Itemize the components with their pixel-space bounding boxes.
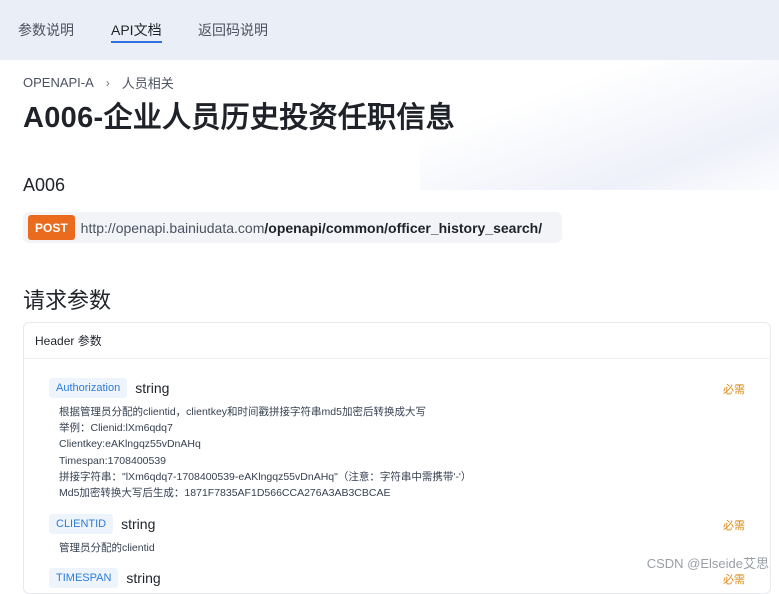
breadcrumb-current[interactable]: 人员相关 — [122, 73, 174, 92]
desc-line: Timespan:1708400539 — [59, 454, 167, 467]
header-background-decoration — [420, 60, 779, 190]
tab-return-codes[interactable]: 返回码说明 — [198, 21, 268, 39]
watermark: CSDN @Elseide艾思 — [646, 556, 769, 571]
desc-line: Clientkey:eAKlngqz55vDnAHq — [59, 438, 201, 451]
method-badge: POST — [28, 215, 75, 240]
param-type: string — [126, 570, 161, 586]
param-type: string — [121, 516, 156, 532]
page-title: A006-企业人员历史投资任职信息 — [23, 102, 456, 134]
param-type: string — [135, 380, 170, 396]
tab-api-docs[interactable]: API文档 — [111, 21, 162, 43]
request-params-title: 请求参数 — [23, 288, 112, 313]
desc-line: Md5加密转换大写后生成：1871F7835AF1D566CCA276A3AB3… — [59, 487, 391, 500]
top-nav: 参数说明 API文档 返回码说明 — [0, 0, 779, 60]
param-name: TIMESPAN — [49, 568, 119, 588]
required-tag: 必需 — [723, 520, 745, 532]
param-clientid: CLIENTID string 必需 管理员分配的clientid — [49, 513, 749, 556]
required-tag: 必需 — [723, 384, 745, 396]
api-code: A006 — [23, 175, 66, 195]
param-description: 根据管理员分配的clientid，clientkey和时间戳拼接字符串md5加密… — [59, 404, 749, 501]
header-params-label: Header 参数 — [24, 323, 770, 359]
param-description: 管理员分配的clientid — [59, 540, 749, 556]
param-name: CLIENTID — [49, 514, 114, 534]
param-authorization: Authorization string 必需 根据管理员分配的clientid… — [49, 377, 749, 501]
param-timespan: TIMESPAN string 必需 — [49, 567, 749, 589]
tab-param-description[interactable]: 参数说明 — [18, 21, 74, 39]
required-tag: 必需 — [723, 574, 745, 586]
breadcrumb: OPENAPI-A › 人员相关 — [23, 73, 174, 92]
desc-line: 举例：Clienid:lXm6qdq7 — [59, 422, 173, 435]
desc-line: 管理员分配的clientid — [59, 542, 155, 554]
endpoint-bar: POST http://openapi.bainiudata.com/opena… — [23, 212, 562, 243]
breadcrumb-parent[interactable]: OPENAPI-A — [23, 75, 94, 90]
endpoint-base-url: http://openapi.bainiudata.com — [80, 219, 265, 236]
param-name: Authorization — [49, 378, 128, 398]
desc-line: 拼接字符串："lXm6qdq7-1708400539-eAKlngqz55vDn… — [59, 470, 472, 483]
desc-line: 根据管理员分配的clientid，clientkey和时间戳拼接字符串md5加密… — [59, 406, 426, 418]
endpoint-path: /openapi/common/officer_history_search/ — [264, 219, 543, 236]
chevron-right-icon: › — [105, 75, 110, 90]
endpoint-url[interactable]: http://openapi.bainiudata.com/openapi/co… — [81, 220, 542, 236]
